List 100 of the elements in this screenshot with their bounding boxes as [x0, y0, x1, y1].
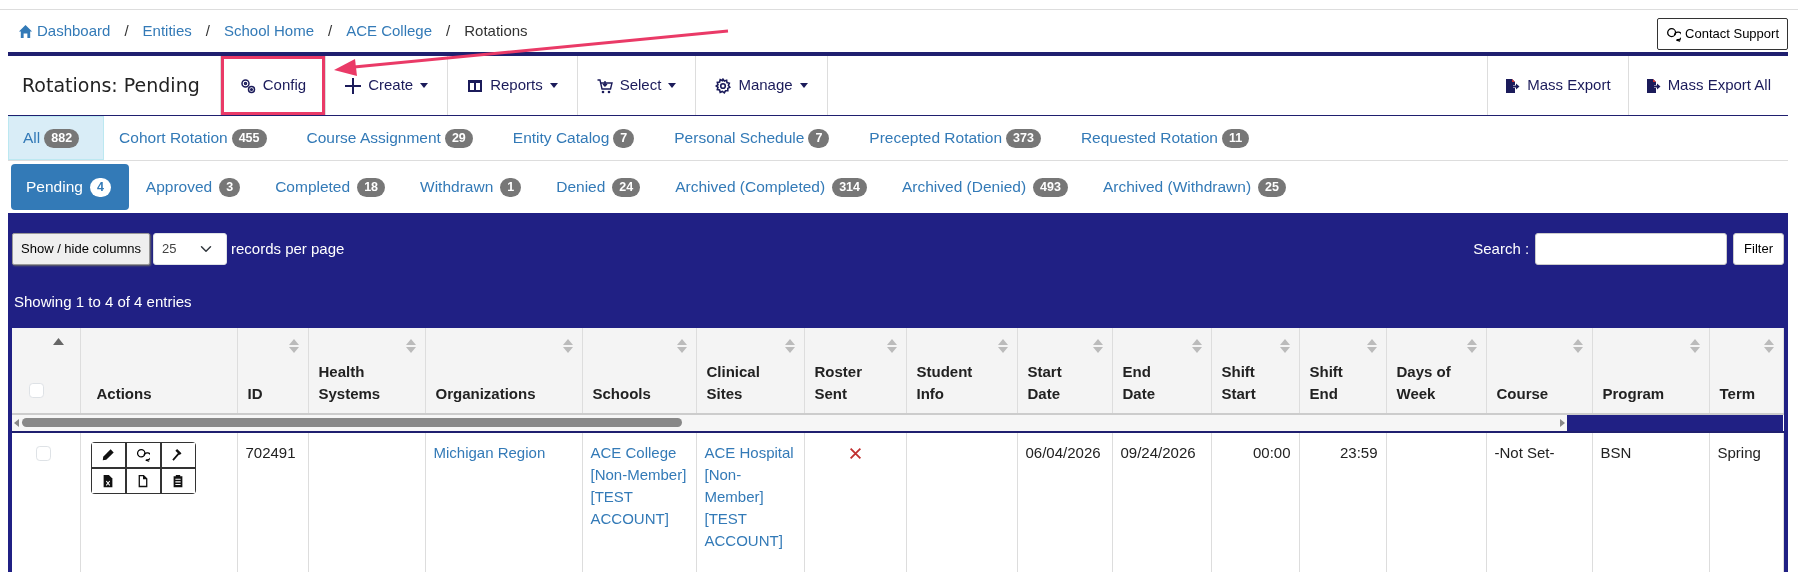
count-badge: 373: [1006, 128, 1041, 148]
row-checkbox[interactable]: [36, 445, 51, 461]
sort-icon[interactable]: [1762, 337, 1775, 354]
search-field[interactable]: [1535, 233, 1728, 265]
sort-icon[interactable]: [1365, 337, 1378, 354]
count-badge: 882: [44, 128, 80, 148]
entries-info: Showing 1 to 4 of 4 entries: [13, 292, 193, 312]
filter-tab[interactable]: Archived (Withdrawn) 25: [1087, 164, 1304, 210]
column-header: Clinical Sites: [706, 362, 760, 402]
sort-icon[interactable]: [675, 337, 688, 354]
breadcrumb-separator: /: [446, 20, 451, 41]
spreadsheet-button[interactable]: [90, 467, 126, 494]
filter-tab[interactable]: Pending 4: [11, 164, 129, 210]
table-cell: BSN: [1600, 443, 1632, 461]
sort-icon[interactable]: [1571, 337, 1584, 354]
column-header: Days of Week: [1396, 362, 1451, 402]
breadcrumb-separator: /: [205, 20, 210, 41]
comments-button[interactable]: [125, 441, 161, 468]
plus-icon: [345, 77, 362, 94]
file-icon: [136, 473, 150, 488]
page-size-select[interactable]: 25: [152, 233, 227, 265]
column-header: Health Systems: [318, 362, 381, 402]
breadcrumb-link[interactable]: Entities: [142, 19, 192, 43]
column-header: Shift End: [1309, 362, 1343, 402]
count-badge: 4: [89, 177, 111, 197]
page-title: Rotations: Pending: [21, 73, 201, 99]
column-header: End Date: [1122, 362, 1155, 402]
table-cell: -Not Set-: [1494, 443, 1555, 461]
columns-icon: [467, 77, 484, 94]
edit-button[interactable]: [90, 441, 126, 468]
breadcrumb-current: Rotations: [464, 20, 528, 41]
count-badge: 18: [357, 177, 386, 197]
file-export-icon: [1644, 77, 1661, 94]
count-badge: 1: [500, 177, 522, 197]
filter-tab[interactable]: Course Assignment 29: [291, 116, 498, 160]
sort-icon[interactable]: [561, 337, 574, 354]
table-link[interactable]: ACE Hospital [Non-Member] [TEST ACCOUNT]: [704, 441, 796, 552]
breadcrumb-link[interactable]: Dashboard: [18, 19, 111, 43]
sort-icon[interactable]: [1091, 337, 1104, 354]
column-header: ID: [247, 384, 263, 402]
column-header: Student Info: [916, 362, 973, 402]
sort-icon[interactable]: [885, 337, 898, 354]
count-badge: 7: [808, 128, 830, 148]
filter-tab[interactable]: Approved 3: [130, 164, 259, 210]
pencil-icon: [101, 447, 115, 462]
count-badge: 25: [1258, 177, 1286, 197]
filter-tab[interactable]: Denied 24: [541, 164, 659, 210]
file-export-icon: [1504, 77, 1521, 94]
table-cell: 06/04/2026: [1025, 443, 1101, 461]
filter-tab[interactable]: Completed 18: [260, 164, 404, 210]
count-badge: 455: [231, 128, 267, 148]
column-header: Actions: [96, 384, 152, 402]
count-badge: 24: [612, 177, 641, 197]
table-link[interactable]: Michigan Region: [433, 441, 574, 464]
page-size-label: records per page: [230, 238, 345, 259]
clipboard-icon: [171, 473, 185, 488]
count-badge: 29: [444, 128, 473, 148]
filter-tab[interactable]: Entity Catalog 7: [497, 116, 660, 160]
sort-icon[interactable]: [1688, 337, 1701, 354]
count-badge: 11: [1221, 128, 1250, 148]
toolbar-button[interactable]: Config: [219, 56, 327, 115]
sort-icon[interactable]: [1278, 337, 1291, 354]
sort-icon[interactable]: [996, 337, 1009, 354]
table-cell: 09/24/2026: [1120, 443, 1196, 461]
filter-tab[interactable]: Archived (Denied) 493: [887, 164, 1086, 210]
sort-icon[interactable]: [287, 337, 300, 354]
count-badge: 493: [1033, 177, 1068, 197]
filter-tab[interactable]: Archived (Completed) 314: [660, 164, 885, 210]
filter-tab[interactable]: Precepted Rotation 373: [854, 116, 1066, 160]
table-link[interactable]: ACE College [Non-Member] [TEST ACCOUNT]: [590, 441, 688, 530]
show-hide-columns-button[interactable]: Show / hide columns: [12, 233, 150, 265]
gavel-button[interactable]: [160, 441, 196, 468]
sort-icon[interactable]: [1190, 337, 1203, 354]
filter-button[interactable]: Filter: [1733, 233, 1784, 265]
sort-icon[interactable]: [404, 337, 417, 354]
column-header: Start Date: [1027, 362, 1062, 402]
table-cell: 00:00: [1252, 443, 1291, 461]
table-cell: Spring: [1717, 443, 1761, 461]
filter-tab[interactable]: All 882: [8, 116, 105, 160]
breadcrumb-link[interactable]: School Home: [223, 19, 314, 43]
filter-tab[interactable]: Withdrawn 1: [405, 164, 540, 210]
sort-icon[interactable]: [1465, 337, 1478, 354]
gears-icon: [239, 77, 256, 94]
settings-icon: [715, 77, 732, 94]
breadcrumb-separator: /: [124, 20, 129, 41]
select-all-checkbox[interactable]: [29, 382, 44, 398]
filter-tab[interactable]: Requested Rotation 11: [1065, 116, 1275, 160]
spreadsheet-file-icon: [101, 473, 115, 488]
breadcrumb-separator: /: [328, 20, 333, 41]
column-header: Course: [1496, 384, 1549, 402]
search-label: Search :: [1473, 238, 1530, 259]
column-header: Schools: [592, 384, 651, 402]
contact-support-button[interactable]: Contact Support: [1657, 18, 1788, 50]
breadcrumb-link[interactable]: ACE College: [346, 19, 433, 43]
cart-icon: [596, 77, 613, 94]
filter-tab[interactable]: Personal Schedule 7: [659, 116, 855, 160]
table-cell: 702491: [245, 443, 296, 461]
sort-icon[interactable]: [783, 337, 796, 354]
filter-tab[interactable]: Cohort Rotation 455: [104, 116, 292, 160]
sort-ascending-icon[interactable]: [52, 337, 64, 345]
